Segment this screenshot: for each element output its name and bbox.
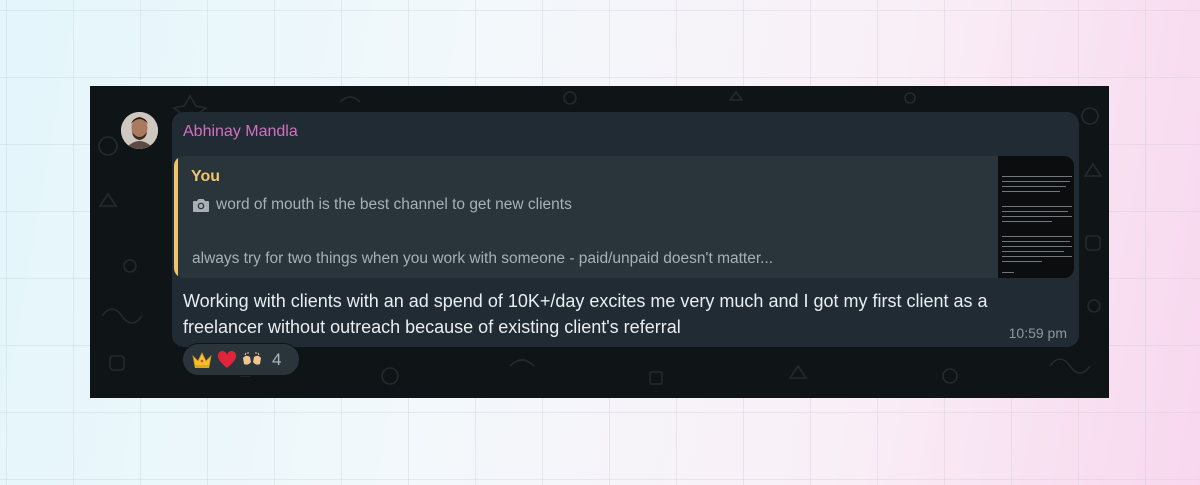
message-bubble[interactable]: Abhinay Mandla You word of mouth is the … — [172, 112, 1079, 347]
sender-name[interactable]: Abhinay Mandla — [183, 123, 298, 141]
reply-quote[interactable]: You word of mouth is the best channel to… — [174, 156, 1074, 278]
message-text[interactable]: Working with clients with an ad spend of… — [183, 288, 1063, 340]
reply-quote-line2-text: always try for two things when you work … — [192, 250, 774, 267]
reply-image-thumbnail[interactable] — [998, 156, 1074, 278]
reply-quote-accent-bar — [174, 156, 178, 278]
red-heart-emoji-icon[interactable] — [216, 349, 238, 371]
crown-emoji-icon[interactable] — [191, 349, 213, 371]
avatar[interactable] — [121, 112, 158, 149]
camera-icon — [193, 199, 209, 212]
reaction-count: 4 — [272, 349, 282, 369]
reply-quote-line1-text: word of mouth is the best channel to get… — [216, 196, 572, 213]
reply-quote-author: You — [191, 168, 221, 185]
reactions-bar[interactable]: 4 — [182, 343, 300, 376]
raised-hands-emoji-icon[interactable] — [241, 349, 263, 371]
message-timestamp: 10:59 pm — [1008, 325, 1067, 341]
reply-quote-first-line: word of mouth is the best channel to get… — [192, 196, 572, 214]
chat-panel: Abhinay Mandla You word of mouth is the … — [90, 86, 1109, 398]
